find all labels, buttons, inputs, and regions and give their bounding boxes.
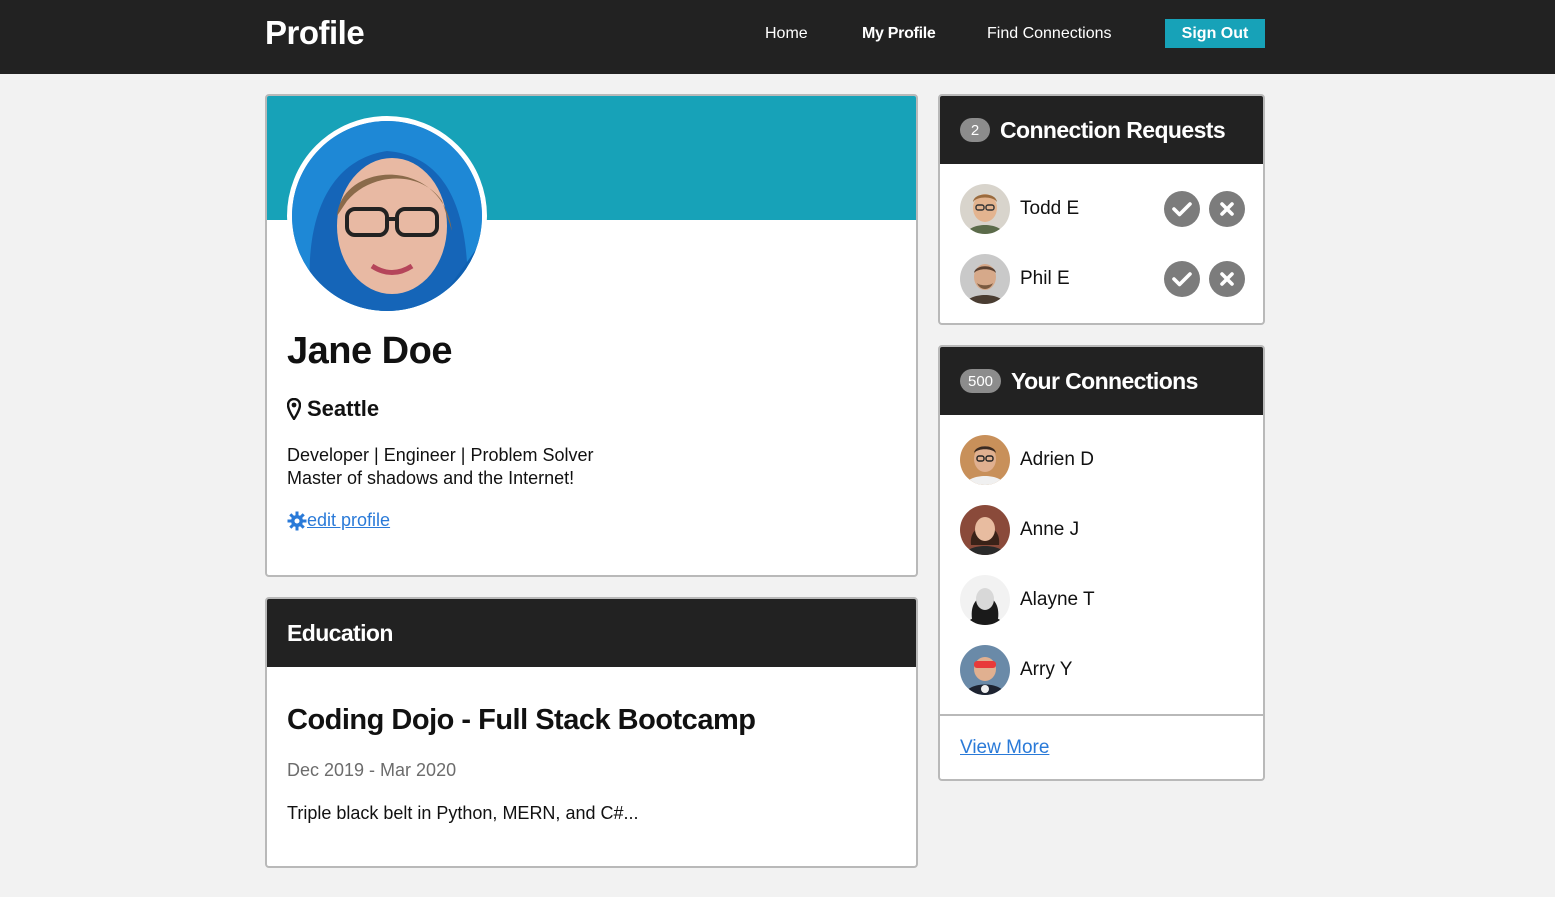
edit-profile-label: edit profile: [307, 510, 391, 530]
decline-request-button[interactable]: [1209, 191, 1245, 227]
divider: [940, 714, 1263, 716]
request-row: Phil E: [960, 254, 1070, 304]
education-description: Triple black belt in Python, MERN, and C…: [287, 803, 639, 823]
connection-requests-title: Connection Requests: [1000, 116, 1226, 143]
your-connections-title: Your Connections: [1011, 367, 1198, 394]
edit-profile-link[interactable]: edit profile: [287, 510, 390, 531]
avatar: [960, 505, 1010, 555]
brand-title[interactable]: Profile: [265, 14, 365, 52]
request-row: Todd E: [960, 184, 1079, 234]
check-icon: [1172, 201, 1192, 217]
education-header: Education: [267, 599, 916, 667]
request-name[interactable]: Phil E: [1020, 268, 1070, 290]
connection-row[interactable]: Anne J: [960, 505, 1079, 555]
education-dates: Dec 2019 - Mar 2020: [287, 760, 457, 780]
profile-card: Jane Doe Seattle Developer | Engineer | …: [265, 94, 918, 577]
connection-row[interactable]: Arry Y: [960, 645, 1072, 695]
avatar: [960, 435, 1010, 485]
accept-request-button[interactable]: [1164, 261, 1200, 297]
profile-name: Jane Doe: [287, 330, 452, 372]
top-navbar: Profile Home My Profile Find Connections…: [0, 0, 1555, 74]
avatar: [960, 645, 1010, 695]
connections-count-badge: 500: [960, 369, 1002, 393]
profile-bio: Developer | Engineer | Problem Solver Ma…: [287, 444, 594, 490]
education-card: Education Coding Dojo - Full Stack Bootc…: [265, 597, 918, 868]
profile-location: Seattle: [287, 396, 379, 422]
connection-requests-header: 2 Connection Requests: [940, 96, 1263, 164]
requests-count-badge: 2: [960, 118, 990, 142]
sign-out-button[interactable]: Sign Out: [1165, 19, 1265, 48]
education-school: Coding Dojo - Full Stack Bootcamp: [287, 704, 756, 736]
gear-icon: [287, 511, 307, 531]
nav-my-profile-link[interactable]: My Profile: [862, 25, 936, 43]
view-more-link[interactable]: View More: [960, 737, 1049, 759]
profile-avatar: [287, 116, 487, 316]
connection-name[interactable]: Anne J: [1020, 519, 1079, 541]
decline-request-button[interactable]: [1209, 261, 1245, 297]
bio-line-2: Master of shadows and the Internet!: [287, 468, 575, 488]
avatar: [960, 254, 1010, 304]
accept-request-button[interactable]: [1164, 191, 1200, 227]
nav-home-link[interactable]: Home: [765, 25, 808, 43]
your-connections-card: 500 Your Connections Adrien D Anne J Ala…: [938, 345, 1265, 781]
connection-row[interactable]: Adrien D: [960, 435, 1094, 485]
avatar: [960, 575, 1010, 625]
connection-name[interactable]: Adrien D: [1020, 449, 1094, 471]
connection-name[interactable]: Arry Y: [1020, 659, 1072, 681]
close-icon: [1219, 201, 1235, 217]
request-name[interactable]: Todd E: [1020, 198, 1079, 220]
avatar: [960, 184, 1010, 234]
map-marker-icon: [287, 398, 301, 420]
nav-find-connections-link[interactable]: Find Connections: [987, 25, 1112, 43]
close-icon: [1219, 271, 1235, 287]
connection-row[interactable]: Alayne T: [960, 575, 1095, 625]
your-connections-header: 500 Your Connections: [940, 347, 1263, 415]
connection-requests-card: 2 Connection Requests Todd E Phil E: [938, 94, 1265, 325]
check-icon: [1172, 271, 1192, 287]
location-text: Seattle: [307, 396, 380, 421]
connection-name[interactable]: Alayne T: [1020, 589, 1095, 611]
bio-line-1: Developer | Engineer | Problem Solver: [287, 445, 594, 465]
